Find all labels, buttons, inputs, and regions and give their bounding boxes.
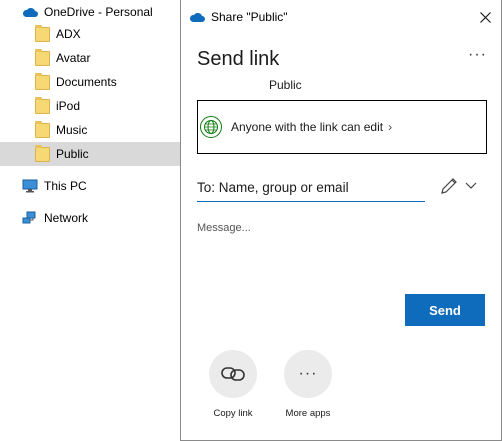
folder-icon <box>34 120 50 138</box>
nav-item-label: ADX <box>56 27 81 41</box>
nav-item-this-pc[interactable]: This PC <box>0 174 180 198</box>
nav-item-music[interactable]: Music <box>0 118 180 142</box>
send-button[interactable]: Send <box>405 294 485 326</box>
link-permission-button[interactable]: Anyone with the link can edit › <box>197 100 487 154</box>
nav-item-adx[interactable]: ADX <box>0 22 180 46</box>
nav-item-label: Documents <box>56 75 117 89</box>
network-icon <box>22 210 38 226</box>
copy-link-button[interactable]: Copy link <box>198 350 268 419</box>
folder-icon <box>34 48 50 66</box>
onedrive-cloud-icon <box>22 4 38 20</box>
globe-icon <box>200 116 222 138</box>
share-dialog: Share "Public" Send link ··· Public Anyo… <box>180 0 502 441</box>
page-title: Send link <box>197 48 280 70</box>
nav-item-label: Network <box>44 211 89 225</box>
nav-item-label: Music <box>56 123 88 137</box>
navigation-pane: OneDrive - Personal ADX Avatar Documents… <box>0 0 180 441</box>
dialog-title-bar: Share "Public" <box>181 0 501 34</box>
nav-item-label: OneDrive - Personal <box>44 5 153 19</box>
dialog-title: Share "Public" <box>211 10 288 24</box>
pencil-icon <box>441 178 457 194</box>
computer-icon <box>22 178 38 194</box>
nav-item-ipod[interactable]: iPod <box>0 94 180 118</box>
nav-item-label: This PC <box>44 179 87 193</box>
more-apps-label: More apps <box>285 408 331 419</box>
ellipsis-glyph: ··· <box>298 365 318 382</box>
folder-icon <box>34 24 50 42</box>
edit-permission-button[interactable] <box>439 176 459 196</box>
shared-item-name: Public <box>269 78 302 92</box>
nav-item-avatar[interactable]: Avatar <box>0 46 180 70</box>
recipients-input[interactable] <box>197 174 425 202</box>
nav-item-network[interactable]: Network <box>0 206 180 230</box>
nav-item-public[interactable]: Public <box>0 142 180 166</box>
nav-item-label: Avatar <box>56 51 91 65</box>
more-apps-icon: ··· <box>284 350 332 398</box>
folder-icon <box>34 72 50 90</box>
folder-icon <box>34 144 50 162</box>
permission-label: Anyone with the link can edit <box>231 120 384 134</box>
nav-item-label: iPod <box>56 99 81 113</box>
chevron-down-icon <box>465 182 477 189</box>
folder-icon <box>34 96 50 114</box>
chevron-right-icon: › <box>388 120 393 134</box>
nav-item-label: Public <box>56 147 89 161</box>
nav-item-onedrive[interactable]: OneDrive - Personal <box>0 0 180 24</box>
permission-dropdown-button[interactable] <box>464 178 478 192</box>
more-apps-button[interactable]: ··· More apps <box>273 350 343 419</box>
copy-link-label: Copy link <box>213 408 253 419</box>
nav-item-documents[interactable]: Documents <box>0 70 180 94</box>
message-field[interactable] <box>197 222 487 282</box>
close-icon <box>479 11 491 23</box>
more-options-button[interactable]: ··· <box>468 46 487 64</box>
close-button[interactable] <box>477 9 493 25</box>
link-icon <box>209 350 257 398</box>
onedrive-cloud-icon <box>189 12 205 23</box>
